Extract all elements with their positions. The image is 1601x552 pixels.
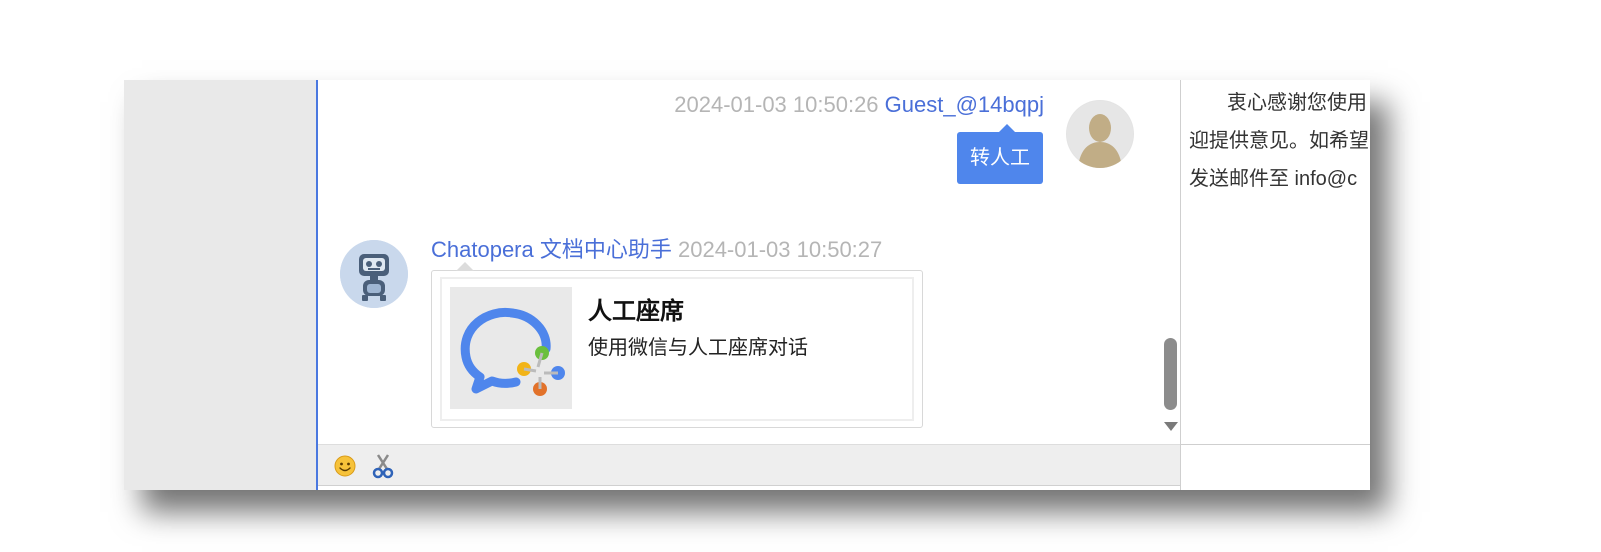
bot-message-card[interactable]: 人工座席 使用微信与人工座席对话: [431, 262, 923, 428]
bot-message-timestamp: 2024-01-03 10:50:27: [677, 237, 883, 262]
guest-sender-name: Guest_@14bqpj: [884, 92, 1044, 117]
chat-scrollbar[interactable]: [1158, 80, 1182, 444]
guest-message-meta: 2024-01-03 10:50:26 Guest_@14bqpj: [674, 92, 1044, 118]
message-toolbar: [318, 444, 1180, 486]
robot-icon: [340, 240, 408, 308]
card-image: [450, 287, 572, 409]
left-panel: [124, 80, 318, 490]
notice-text: 衷心感谢您使用 迎提供意见。如希望 发送邮件至 info@c: [1189, 84, 1370, 198]
guest-avatar: [1066, 100, 1134, 168]
guest-message-bubble: 转人工: [957, 124, 1043, 184]
right-panel-divider: [1181, 444, 1370, 445]
notice-line: 发送邮件至 info@c: [1189, 168, 1358, 190]
bot-message-meta: Chatopera 文档中心助手 2024-01-03 10:50:27: [431, 232, 882, 264]
user-silhouette-icon: [1067, 101, 1133, 168]
chat-messages-area[interactable]: 2024-01-03 10:50:26 Guest_@14bqpj 转人工 Ch…: [318, 80, 1178, 444]
bot-sender-name: Chatopera 文档中心助手: [431, 237, 672, 262]
right-info-panel: 衷心感谢您使用 迎提供意见。如希望 发送邮件至 info@c: [1180, 80, 1370, 490]
chat-window: 2024-01-03 10:50:26 Guest_@14bqpj 转人工 Ch…: [124, 80, 1370, 490]
guest-message-timestamp: 2024-01-03 10:50:26: [674, 92, 879, 117]
card-description: 使用微信与人工座席对话: [588, 337, 808, 359]
card-link[interactable]: 人工座席 使用微信与人工座席对话: [440, 277, 914, 421]
card-title: 人工座席: [588, 298, 684, 325]
scroll-down-arrow-icon[interactable]: [1164, 422, 1178, 431]
wecom-logo-icon: [450, 287, 572, 409]
notice-line: 衷心感谢您使用: [1227, 92, 1367, 114]
scrollbar-thumb[interactable]: [1164, 338, 1177, 410]
bot-avatar: [340, 240, 408, 308]
emoji-icon[interactable]: [334, 455, 356, 477]
screenshot-scissors-icon[interactable]: [372, 453, 394, 479]
notice-line: 迎提供意见。如希望: [1189, 130, 1369, 152]
